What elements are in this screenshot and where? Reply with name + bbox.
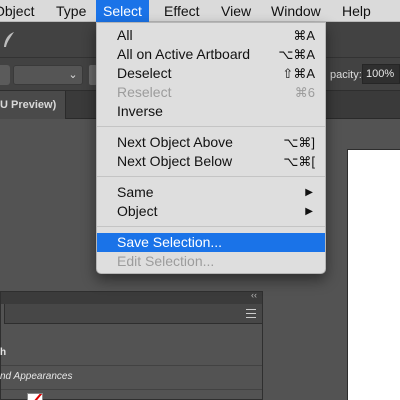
menu-effect[interactable]: Effect [164, 0, 200, 22]
none-swatch-icon[interactable] [27, 393, 43, 400]
menu-item-shortcut: ⌥⌘] [283, 135, 315, 150]
panel-header[interactable]: ‹‹ [1, 290, 262, 304]
menu-window[interactable]: Window [271, 0, 321, 22]
menu-separator [97, 176, 325, 177]
menu-item-label: All on Active Artboard [117, 46, 251, 62]
panel-tabs [1, 304, 262, 324]
document-tab[interactable]: U Preview) [0, 91, 66, 119]
menu-item-next-object-above[interactable]: Next Object Above ⌥⌘] [97, 133, 325, 152]
panel-tab[interactable] [1, 304, 5, 324]
menu-item-label: All [117, 27, 133, 43]
panel-row-fill[interactable] [1, 390, 262, 400]
panel-row-path[interactable]: h [0, 342, 262, 366]
menu-item-all[interactable]: All ⌘A [97, 26, 325, 45]
menu-item-next-object-below[interactable]: Next Object Below ⌥⌘[ [97, 152, 325, 171]
menu-item-label: Deselect [117, 65, 172, 81]
menu-item-shortcut: ⇧⌘A [282, 66, 315, 81]
menu-item-reselect[interactable]: Reselect ⌘6 [97, 83, 325, 102]
menu-item-object[interactable]: Object ▶ [97, 202, 325, 221]
opacity-input[interactable]: 100% [362, 64, 400, 84]
menu-item-inverse[interactable]: Inverse [97, 102, 325, 121]
stroke-weight-select[interactable]: ⌄ [13, 65, 83, 85]
menu-select[interactable]: Select [96, 0, 149, 22]
panel-menu-icon[interactable] [246, 309, 256, 318]
submenu-arrow-icon: ▶ [305, 187, 313, 198]
artboard[interactable] [347, 149, 400, 400]
panel-row-label: h [0, 347, 7, 358]
menu-item-all-on-active-artboard[interactable]: All on Active Artboard ⌥⌘A [97, 45, 325, 64]
opacity-label: pacity: [330, 69, 362, 81]
menu-separator [97, 226, 325, 227]
menu-item-label: Object [117, 203, 158, 219]
menu-item-shortcut: ⌥⌘A [278, 47, 315, 62]
menu-item-label: Reselect [117, 84, 172, 100]
menu-item-label: Next Object Above [117, 134, 233, 150]
menu-item-label: Edit Selection... [117, 253, 215, 269]
panel-row-appearances[interactable]: nd Appearances [0, 366, 262, 390]
menu-item-deselect[interactable]: Deselect ⇧⌘A [97, 64, 325, 83]
appearance-panel: ‹‹ h nd Appearances [0, 290, 263, 400]
menu-item-label: Save Selection... [117, 234, 223, 250]
collapse-icon[interactable]: ‹‹ [251, 290, 257, 300]
menu-help[interactable]: Help [342, 0, 371, 22]
feather-logo-icon [4, 32, 14, 47]
menu-view[interactable]: View [221, 0, 251, 22]
select-menu-dropdown: All ⌘A All on Active Artboard ⌥⌘A Desele… [96, 22, 326, 274]
menu-separator [97, 126, 325, 127]
menu-item-label: Same [117, 184, 154, 200]
menu-item-label: Next Object Below [117, 153, 233, 169]
menu-object[interactable]: Object [0, 0, 34, 22]
menu-item-shortcut: ⌘6 [294, 85, 315, 100]
menu-bar: Object Type Select Effect View Window He… [0, 0, 400, 22]
submenu-arrow-icon: ▶ [305, 206, 313, 217]
menu-item-same[interactable]: Same ▶ [97, 183, 325, 202]
panel-row-label: nd Appearances [0, 371, 73, 382]
menu-item-shortcut: ⌥⌘[ [283, 154, 315, 169]
chevron-down-icon: ⌄ [68, 69, 78, 81]
menu-item-label: Inverse [117, 103, 163, 119]
menu-item-save-selection[interactable]: Save Selection... [97, 233, 325, 252]
menu-item-edit-selection[interactable]: Edit Selection... [97, 252, 325, 271]
stroke-stepper[interactable] [0, 65, 10, 85]
menu-item-shortcut: ⌘A [293, 28, 315, 43]
menu-type[interactable]: Type [56, 0, 86, 22]
